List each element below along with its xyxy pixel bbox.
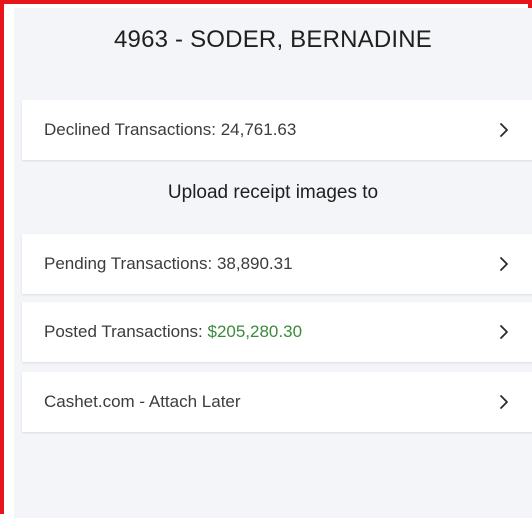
posted-transactions-row[interactable]: Posted Transactions: $205,280.30 [22,302,532,362]
posted-transactions-label: Posted Transactions: [44,322,208,341]
declined-transactions-label: Declined Transactions: 24,761.63 [44,120,297,139]
pending-transactions-label: Pending Transactions: 38,890.31 [44,254,293,273]
upload-receipt-heading: Upload receipt images to [167,182,379,203]
cashet-attach-later-row[interactable]: Cashet.com - Attach Later [22,372,532,432]
chevron-right-icon [500,395,508,409]
screenshot-frame: 4963 - SODER, BERNADINE Declined Transac… [0,0,532,518]
declined-transactions-row[interactable]: Declined Transactions: 24,761.63 [22,100,532,160]
chevron-right-icon [500,123,508,137]
posted-transactions-amount: $205,280.30 [207,322,303,341]
account-panel: 4963 - SODER, BERNADINE Declined Transac… [14,8,532,518]
chevron-right-icon [500,257,508,271]
chevron-right-icon [500,325,508,339]
cashet-attach-later-label: Cashet.com - Attach Later [44,392,241,411]
posted-transactions-text: Posted Transactions: $205,280.30 [44,322,496,342]
page-title: 4963 - SODER, BERNADINE [113,26,433,53]
pending-transactions-row[interactable]: Pending Transactions: 38,890.31 [22,234,532,294]
